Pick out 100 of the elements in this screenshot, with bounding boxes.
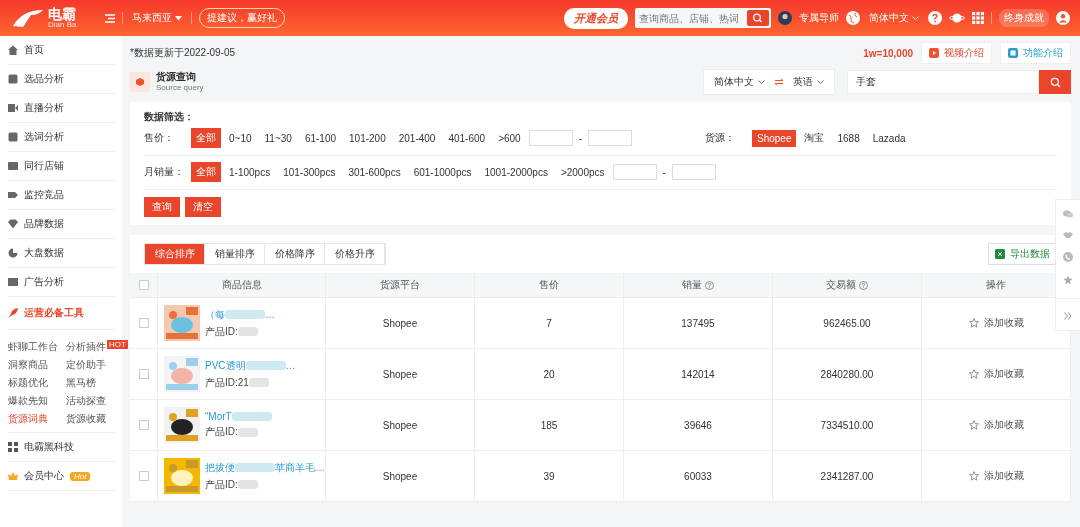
filter-action-button[interactable]: 清空 <box>185 197 221 217</box>
spreadsheet-icon <box>995 249 1005 259</box>
handshake-icon[interactable] <box>1063 231 1073 239</box>
column-header: 操作 <box>986 278 1006 292</box>
sidebar-item[interactable]: 选词分析 <box>8 123 116 152</box>
query-field[interactable]: 手套 <box>847 70 1039 94</box>
min-field[interactable] <box>612 164 657 180</box>
filter-option[interactable]: 301-600pcs <box>343 163 406 181</box>
export-button[interactable]: 导出数据 <box>988 243 1057 265</box>
intro-button[interactable]: 视频介绍 <box>921 42 992 64</box>
tool-link[interactable]: 定价助手 <box>66 358 106 372</box>
filter-option[interactable]: 1001-2000pcs <box>479 163 553 181</box>
sidebar-item[interactable]: 首页 <box>8 36 116 65</box>
logo-icon <box>10 8 44 28</box>
table-cell: Shopee <box>382 368 418 380</box>
filter-option[interactable]: 1688 <box>832 129 865 147</box>
search-button[interactable] <box>1039 70 1071 94</box>
filter-option[interactable]: Lazada <box>867 129 911 147</box>
unit-note: 1w=10,000 <box>863 47 913 59</box>
tool-link[interactable]: 爆款先知 <box>8 394 48 408</box>
favorite-button[interactable]: 添加收藏 <box>962 417 1030 433</box>
blurred-text <box>237 327 258 336</box>
expand-icon[interactable] <box>1064 312 1072 320</box>
filter-option[interactable]: 11~30 <box>259 129 297 147</box>
blurred-text <box>237 427 258 437</box>
avatar-icon <box>778 11 792 25</box>
favorite-button[interactable]: 添加收藏 <box>962 366 1030 382</box>
tool-link[interactable]: 洞察商品 <box>8 358 48 372</box>
help-icon[interactable] <box>705 280 714 290</box>
sidebar-item[interactable]: 大盘数据 <box>8 239 116 268</box>
menu-icon[interactable] <box>105 13 115 23</box>
range-separator: - <box>577 132 583 144</box>
sidebar-item[interactable]: 广告分析 <box>8 268 116 297</box>
min-field[interactable] <box>528 130 573 146</box>
help-icon[interactable] <box>859 280 868 290</box>
source-language-dropdown[interactable]: 简体中文 <box>714 75 765 89</box>
checkbox[interactable] <box>138 318 149 328</box>
filter-option[interactable]: >600 <box>493 129 526 147</box>
tool-link[interactable]: 货源词典 <box>8 412 48 426</box>
blurred-text <box>245 361 286 370</box>
table-cell: 7334510.00 <box>820 419 874 431</box>
chat-icon[interactable] <box>1063 210 1073 218</box>
update-note: *数据更新于2022-09-05 <box>130 46 236 60</box>
filter-option[interactable]: 61-100 <box>299 129 341 147</box>
tool-link[interactable]: 分析插件 <box>66 340 106 354</box>
sidebar-item[interactable]: 会员中心 Hot <box>8 462 116 491</box>
phone-icon[interactable] <box>1063 252 1073 262</box>
checkbox[interactable] <box>138 471 149 481</box>
logo-name: 电霸 <box>48 7 77 21</box>
tool-link[interactable]: 活动探查 <box>66 394 106 408</box>
home-icon <box>8 45 18 55</box>
sidebar-item[interactable]: 品牌数据 <box>8 210 116 239</box>
checkbox[interactable] <box>138 369 149 379</box>
checkbox[interactable] <box>138 420 149 430</box>
sidebar-item[interactable]: 选品分析 <box>8 65 116 94</box>
filter-option[interactable]: 201-400 <box>393 129 441 147</box>
search-field[interactable]: 查询商品、店铺、热词 <box>635 8 771 28</box>
search-icon[interactable] <box>747 10 769 26</box>
planet-icon[interactable] <box>949 12 965 24</box>
apps-grid-icon[interactable] <box>972 12 984 24</box>
blurred-text <box>225 310 265 319</box>
box-icon <box>130 72 150 92</box>
star-icon <box>968 420 979 430</box>
favorite-button[interactable]: 添加收藏 <box>962 468 1030 484</box>
checkbox[interactable] <box>138 280 149 290</box>
sidebar-item[interactable]: 监控竞品 <box>8 181 116 210</box>
help-icon[interactable] <box>928 11 942 25</box>
swap-icon[interactable] <box>775 78 783 86</box>
filter-option[interactable]: >2000pcs <box>555 163 610 181</box>
filter-option[interactable]: 601-1000pcs <box>408 163 477 181</box>
filter-option[interactable]: 101-300pcs <box>278 163 341 181</box>
filter-option[interactable]: 全部 <box>191 162 221 182</box>
filter-option[interactable]: 全部 <box>191 128 221 148</box>
target-language-dropdown[interactable]: 英语 <box>793 75 824 89</box>
star-icon[interactable] <box>1063 275 1073 285</box>
tool-link[interactable]: 虾聊工作台 <box>8 340 58 354</box>
filter-option[interactable]: 401-600 <box>443 129 491 147</box>
filter-action-button[interactable]: 查询 <box>144 197 180 217</box>
tool-link[interactable]: 标题优化 <box>8 376 48 390</box>
chart-icon <box>8 277 18 287</box>
sidebar-item[interactable]: 同行店铺 <box>8 152 116 181</box>
user-icon[interactable] <box>1056 11 1070 25</box>
max-field[interactable] <box>671 164 716 180</box>
sidebar-item[interactable]: 直播分析 <box>8 94 116 123</box>
table-cell: 2341287.00 <box>820 470 874 482</box>
favorite-button[interactable]: 添加收藏 <box>962 315 1030 331</box>
filter-option[interactable]: 淘宝 <box>799 128 830 148</box>
table-cell: Shopee <box>382 419 418 431</box>
range-separator: - <box>661 166 667 178</box>
tool-link[interactable]: 黑马榜 <box>66 376 96 390</box>
max-field[interactable] <box>588 130 632 146</box>
tool-link[interactable]: 货源收藏 <box>66 412 106 426</box>
blurred-text <box>237 480 258 489</box>
sidebar-item[interactable]: 电霸黑科技 <box>8 433 116 462</box>
vip-button[interactable]: 开通会员 <box>564 7 628 29</box>
filter-option[interactable]: 0~10 <box>224 129 257 147</box>
filter-option[interactable]: 101-200 <box>344 129 391 147</box>
filter-option[interactable]: Shopee <box>752 129 797 147</box>
filter-option[interactable]: 1-100pcs <box>224 163 276 181</box>
sort-tab[interactable]: 综合排序 <box>145 244 205 264</box>
